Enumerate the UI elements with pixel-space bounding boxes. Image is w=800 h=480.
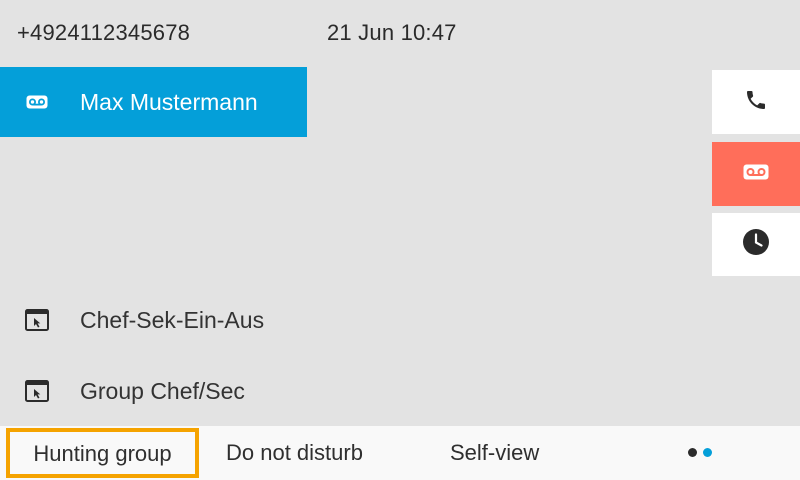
list-item-group-chef-sec[interactable]: Group Chef/Sec [0, 356, 500, 426]
list-item-label: Chef-Sek-Ein-Aus [80, 306, 265, 333]
line-number: +4924112345678 [17, 20, 191, 45]
clock-icon [742, 228, 770, 261]
phone-tab-button[interactable] [712, 70, 800, 134]
softkey-bar: Hunting group Do not disturb Self-view [0, 426, 800, 480]
page-dot [688, 448, 697, 457]
list-item-label: Max Mustermann [80, 88, 258, 115]
softkey-self-view[interactable]: Self-view [450, 426, 539, 480]
voicemail-tab-button[interactable] [712, 142, 800, 206]
list-item-chef-sek-ein-aus[interactable]: Chef-Sek-Ein-Aus [0, 285, 500, 355]
voicemail-icon [743, 164, 769, 185]
list-item-max-mustermann[interactable]: Max Mustermann [0, 67, 307, 137]
date-time: 21 Jun 10:47 [327, 20, 457, 45]
page-indicator[interactable] [688, 448, 712, 457]
page-dot-active [703, 448, 712, 457]
softkey-do-not-disturb[interactable]: Do not disturb [226, 426, 363, 480]
status-bar: +4924112345678 21 Jun 10:47 [0, 0, 800, 66]
voicemail-icon [24, 89, 50, 115]
service-url-icon [24, 378, 50, 404]
recents-tab-button[interactable] [712, 213, 800, 276]
phone-icon [744, 87, 768, 118]
service-url-icon [24, 307, 50, 333]
list-item-label: Group Chef/Sec [80, 377, 245, 404]
softkey-hunting-group[interactable]: Hunting group [6, 428, 199, 478]
